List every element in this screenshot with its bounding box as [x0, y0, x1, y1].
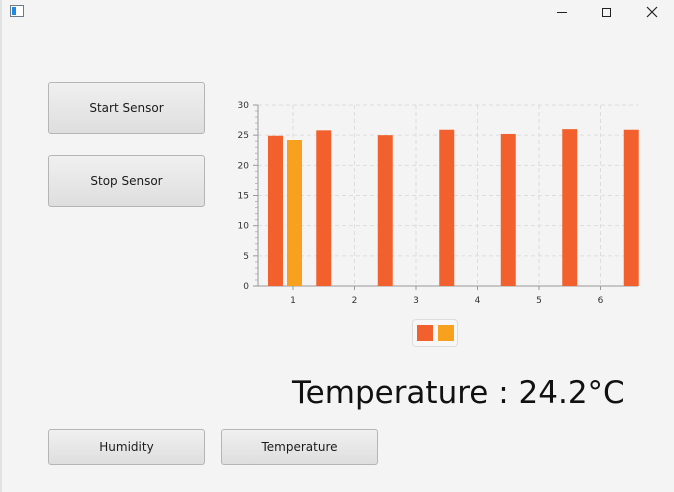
- temperature-readout: Temperature : 24.2°C: [292, 375, 625, 411]
- close-button[interactable]: [630, 0, 674, 24]
- temperature-label: Temperature :: [292, 375, 519, 411]
- bar-series-1: [439, 129, 455, 286]
- maximize-icon: [601, 7, 611, 17]
- bar-series-1: [623, 129, 639, 286]
- app-window: Start Sensor Stop Sensor 0 5 10 15 20 25 30 1 2 3…: [0, 0, 674, 492]
- temperature-value: 24.2°C: [518, 375, 625, 411]
- x-tick-label: 4: [475, 296, 481, 306]
- bar-series-1: [268, 135, 283, 286]
- legend-swatch-series-2: [437, 325, 454, 341]
- bar-series-1: [562, 129, 578, 286]
- y-tick-label: 25: [238, 131, 249, 141]
- maximize-button[interactable]: [584, 0, 628, 24]
- title-bar: [0, 0, 674, 24]
- stop-sensor-button[interactable]: Stop Sensor: [48, 155, 205, 207]
- chart-svg: 0 5 10 15 20 25 30 1 2 3 4 5 6: [238, 101, 639, 306]
- app-icon: [10, 5, 24, 17]
- sensor-bar-chart: 0 5 10 15 20 25 30 1 2 3 4 5 6: [230, 95, 650, 355]
- humidity-button[interactable]: Humidity: [48, 429, 205, 465]
- y-tick-label: 30: [238, 101, 250, 111]
- bar-series-1: [316, 130, 332, 286]
- close-icon: [646, 6, 658, 18]
- x-tick-label: 1: [290, 296, 296, 306]
- minimize-icon: [557, 11, 567, 13]
- x-tick-label: 3: [413, 296, 419, 306]
- y-tick-label: 10: [238, 222, 250, 232]
- x-tick-label: 2: [352, 296, 358, 306]
- minimize-button[interactable]: [540, 0, 584, 24]
- bar-series-2: [287, 139, 302, 286]
- y-tick-label: 15: [238, 192, 249, 202]
- x-tick-label: 5: [536, 296, 542, 306]
- legend-swatch-series-1: [416, 325, 433, 341]
- y-tick-label: 20: [238, 161, 250, 171]
- bar-series-1: [377, 135, 393, 286]
- x-tick-label: 6: [598, 296, 604, 306]
- start-sensor-button[interactable]: Start Sensor: [48, 82, 205, 134]
- temperature-button[interactable]: Temperature: [221, 429, 378, 465]
- y-tick-label: 0: [243, 282, 249, 292]
- window-edge: [0, 0, 2, 492]
- y-tick-label: 5: [243, 252, 249, 262]
- bar-series-1: [500, 133, 516, 286]
- chart-legend: [412, 319, 458, 347]
